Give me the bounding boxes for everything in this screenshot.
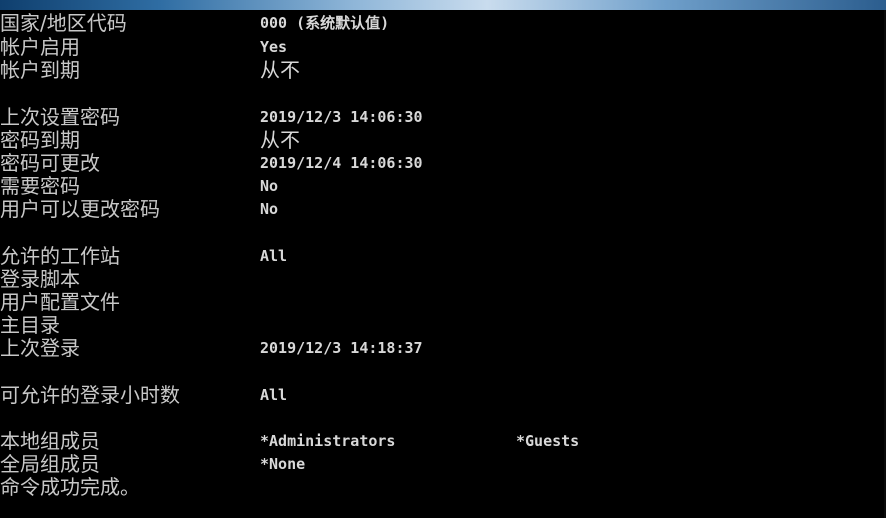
row-value: All [260,247,288,265]
row-value: 000 (系统默认值) [260,14,390,32]
row-logon-hours-allowed: 可允许的登录小时数 All [0,384,886,407]
row-value: 2019/12/3 14:06:30 [260,108,423,126]
row-value: 2019/12/4 14:06:30 [260,154,423,172]
row-global-group-memberships: 全局组成员 *None [0,453,886,476]
row-label: 国家/地区代码 [0,11,127,35]
row-value: 从不 [260,58,300,82]
status-message: 命令成功完成。 [0,475,140,499]
row-label: 上次设置密码 [0,105,120,129]
row-label: 可允许的登录小时数 [0,383,180,407]
row-value: 2019/12/3 14:18:37 [260,339,423,357]
row-country-code: 国家/地区代码 000 (系统默认值) [0,12,886,35]
row-label: 主目录 [0,313,60,337]
row-logon-script: 登录脚本 [0,268,886,291]
row-value: *None [260,455,306,473]
row-label: 上次登录 [0,336,80,360]
row-value: 从不 [260,128,300,152]
row-user-profile: 用户配置文件 [0,291,886,314]
row-label: 允许的工作站 [0,244,120,268]
window-titlebar-edge [0,0,886,10]
row-value-secondary: *Guests [516,432,580,450]
console-output[interactable]: 国家/地区代码 000 (系统默认值) 帐户启用 Yes 帐户到期 从不 上次设… [0,10,886,518]
row-label: 需要密码 [0,174,80,198]
row-label: 密码到期 [0,128,80,152]
row-value: Yes [260,38,288,56]
row-value: No [260,200,279,218]
row-account-expires: 帐户到期 从不 [0,59,886,82]
command-completed-message: 命令成功完成。 [0,476,886,499]
row-label: 帐户到期 [0,58,80,82]
row-local-group-memberships: 本地组成员 *Administrators *Guests [0,430,886,453]
row-last-logon: 上次登录 2019/12/3 14:18:37 [0,337,886,360]
row-password-expires: 密码到期 从不 [0,129,886,152]
row-value: All [260,386,288,404]
row-password-changeable: 密码可更改 2019/12/4 14:06:30 [0,152,886,175]
row-account-active: 帐户启用 Yes [0,36,886,59]
row-password-required: 需要密码 No [0,175,886,198]
row-value: No [260,177,279,195]
row-value: *Administrators [260,432,396,450]
row-label: 用户可以更改密码 [0,197,160,221]
row-label: 登录脚本 [0,267,80,291]
row-home-directory: 主目录 [0,314,886,337]
row-password-last-set: 上次设置密码 2019/12/3 14:06:30 [0,106,886,129]
row-workstations-allowed: 允许的工作站 All [0,245,886,268]
row-user-may-change-password: 用户可以更改密码 No [0,198,886,221]
row-label: 密码可更改 [0,151,100,175]
row-label: 帐户启用 [0,35,80,59]
row-label: 用户配置文件 [0,290,120,314]
row-label: 全局组成员 [0,452,100,476]
row-label: 本地组成员 [0,429,100,453]
